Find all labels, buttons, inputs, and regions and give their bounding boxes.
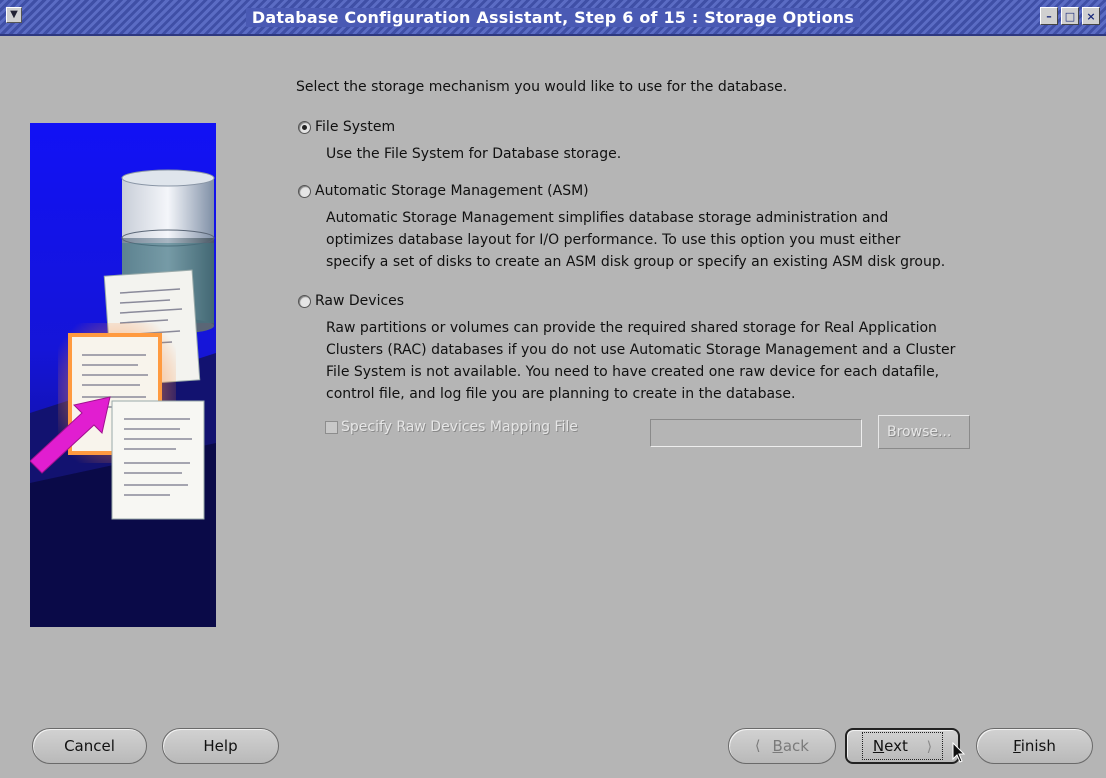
checkbox-label: Specify Raw Devices Mapping File	[341, 419, 578, 435]
radio-label[interactable]: Raw Devices	[315, 293, 404, 309]
option-description: Automatic Storage Management simplifies …	[326, 207, 945, 273]
document-icon	[111, 400, 205, 520]
radio-label[interactable]: File System	[315, 119, 395, 135]
help-button[interactable]: Help	[162, 728, 279, 764]
raw-devices-mapping-checkbox[interactable]: Specify Raw Devices Mapping File	[325, 419, 578, 435]
description-line: Use the File System for Database storage…	[326, 146, 622, 162]
radio-asm[interactable]: Automatic Storage Management (ASM)	[298, 183, 589, 199]
radio-file-system[interactable]: File System	[298, 119, 395, 135]
description-line: specify a set of disks to create an ASM …	[326, 254, 946, 270]
button-label: Next	[872, 737, 908, 755]
maximize-icon[interactable]: □	[1061, 7, 1079, 25]
description-line: Automatic Storage Management simplifies …	[326, 210, 889, 226]
focus-ring: Next ⟩	[861, 732, 944, 760]
description-line: Raw partitions or volumes can provide th…	[326, 320, 937, 336]
button-label: Help	[203, 737, 238, 755]
button-label: Cancel	[64, 737, 115, 755]
button-label: Finish	[1013, 737, 1056, 755]
chevron-left-icon: ⟨	[755, 738, 761, 754]
cancel-button[interactable]: Cancel	[32, 728, 147, 764]
close-icon[interactable]: ×	[1082, 7, 1100, 25]
database-documents-illustration	[30, 123, 216, 627]
description-line: optimizes database layout for I/O perfor…	[326, 232, 901, 248]
wizard-illustration	[30, 123, 216, 627]
description-line: control file, and log file you are plann…	[326, 386, 796, 402]
pointer-icon	[952, 741, 966, 763]
button-label: Back	[772, 737, 809, 755]
option-description: Use the File System for Database storage…	[326, 143, 621, 165]
radio-button-selected[interactable]	[298, 120, 311, 134]
option-description: Raw partitions or volumes can provide th…	[326, 317, 955, 405]
description-line: Clusters (RAC) databases if you do not u…	[326, 342, 956, 358]
title-bar[interactable]: ▼ Database Configuration Assistant, Step…	[0, 0, 1106, 36]
browse-button[interactable]: Browse...	[878, 415, 970, 449]
window-title: Database Configuration Assistant, Step 6…	[0, 8, 1106, 27]
checkbox[interactable]	[325, 420, 338, 434]
description-line: File System is not available. You need t…	[326, 364, 940, 380]
radio-button[interactable]	[298, 184, 311, 198]
radio-button[interactable]	[298, 294, 311, 308]
radio-raw-devices[interactable]: Raw Devices	[298, 293, 404, 309]
instruction-text: Select the storage mechanism you would l…	[296, 79, 788, 95]
mapping-file-field[interactable]	[650, 419, 862, 447]
radio-label[interactable]: Automatic Storage Management (ASM)	[315, 183, 589, 199]
finish-button[interactable]: Finish	[976, 728, 1093, 764]
next-button[interactable]: Next ⟩	[845, 728, 960, 764]
back-button[interactable]: ⟨ Back	[728, 728, 836, 764]
minimize-icon[interactable]: –	[1040, 7, 1058, 25]
chevron-right-icon: ⟩	[926, 739, 933, 755]
